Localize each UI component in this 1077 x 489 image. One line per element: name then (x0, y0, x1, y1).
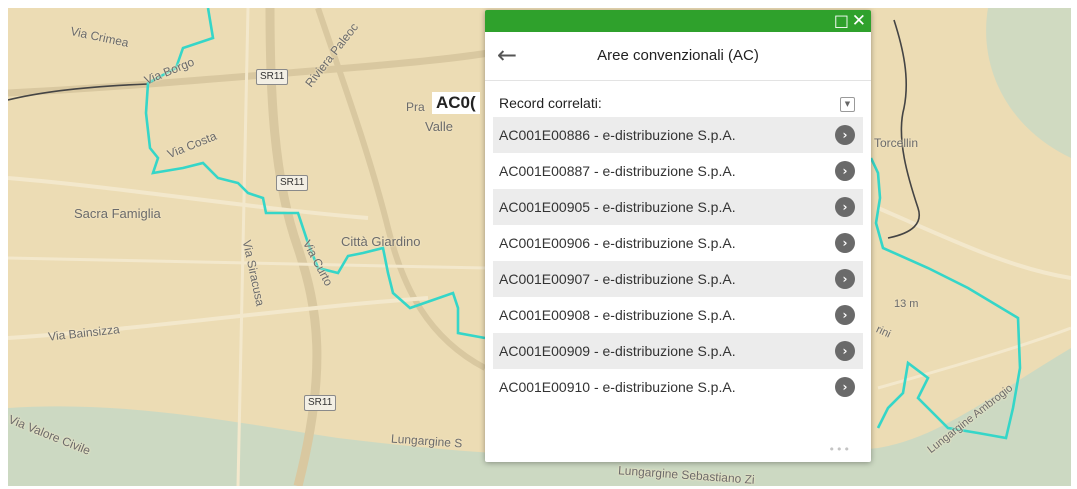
chevron-right-icon[interactable]: › (835, 161, 855, 181)
map-viewport[interactable]: Via Crimea Via Borgo Riviera Paleoc Pra … (8, 8, 1071, 486)
record-label: AC001E00908 - e-distribuzione S.p.A. (499, 307, 736, 323)
popup-header: ← Aree convenzionali (AC) (485, 32, 871, 81)
elevation-label: 13 m (894, 298, 919, 310)
record-row[interactable]: AC001E00906 - e-distribuzione S.p.A. › (493, 225, 863, 261)
record-row[interactable]: AC001E00908 - e-distribuzione S.p.A. › (493, 297, 863, 333)
maximize-icon[interactable]: □ (834, 11, 849, 31)
popup-titlebar: □ ✕ (485, 10, 871, 32)
road-shield: SR11 (276, 175, 309, 191)
admin-boundary (887, 19, 920, 239)
popup-title: Aree convenzionali (AC) (597, 47, 759, 64)
section-label: Record correlati: (499, 95, 602, 111)
record-label: AC001E00887 - e-distribuzione S.p.A. (499, 163, 736, 179)
close-icon[interactable]: ✕ (852, 11, 866, 31)
chevron-right-icon[interactable]: › (835, 197, 855, 217)
record-label: AC001E00909 - e-distribuzione S.p.A. (499, 343, 736, 359)
road-shield: SR11 (256, 69, 289, 85)
record-row[interactable]: AC001E00909 - e-distribuzione S.p.A. › (493, 333, 863, 369)
related-records-header: Record correlati: ▼ (493, 81, 863, 117)
record-label: AC001E00907 - e-distribuzione S.p.A. (499, 271, 736, 287)
place-label: Città Giardino (341, 234, 421, 249)
minor-road (877, 206, 1071, 280)
record-label: AC001E00906 - e-distribuzione S.p.A. (499, 235, 736, 251)
record-label: AC001E00910 - e-distribuzione S.p.A. (499, 379, 736, 395)
record-row[interactable]: AC001E00887 - e-distribuzione S.p.A. › (493, 153, 863, 189)
caret-down-icon[interactable]: ▼ (840, 97, 855, 112)
record-row[interactable]: AC001E00907 - e-distribuzione S.p.A. › (493, 261, 863, 297)
record-row[interactable]: AC001E00886 - e-distribuzione S.p.A. › (493, 117, 863, 153)
chevron-right-icon[interactable]: › (835, 341, 855, 361)
record-row[interactable]: AC001E00905 - e-distribuzione S.p.A. › (493, 189, 863, 225)
chevron-right-icon[interactable]: › (835, 377, 855, 397)
record-row[interactable]: AC001E00910 - e-distribuzione S.p.A. › (493, 369, 863, 405)
chevron-right-icon[interactable]: › (835, 125, 855, 145)
chevron-right-icon[interactable]: › (835, 233, 855, 253)
more-options-icon[interactable]: ••• (829, 443, 851, 456)
chevron-right-icon[interactable]: › (835, 269, 855, 289)
river-right (986, 8, 1071, 158)
road-shield: SR11 (304, 395, 337, 411)
record-list: AC001E00886 - e-distribuzione S.p.A. › AC… (493, 117, 863, 405)
record-label: AC001E00886 - e-distribuzione S.p.A. (499, 127, 736, 143)
minor-road (8, 176, 369, 220)
related-records-popup: □ ✕ ← Aree convenzionali (AC) Record cor… (485, 10, 871, 462)
place-label: Valle (425, 119, 453, 134)
place-label: Sacra Famiglia (74, 206, 161, 221)
record-label: AC001E00905 - e-distribuzione S.p.A. (499, 199, 736, 215)
place-label: Pra (406, 100, 425, 114)
chevron-right-icon[interactable]: › (835, 305, 855, 325)
feature-tooltip: AC0( (432, 92, 480, 114)
place-label: Torcellin (874, 136, 919, 150)
